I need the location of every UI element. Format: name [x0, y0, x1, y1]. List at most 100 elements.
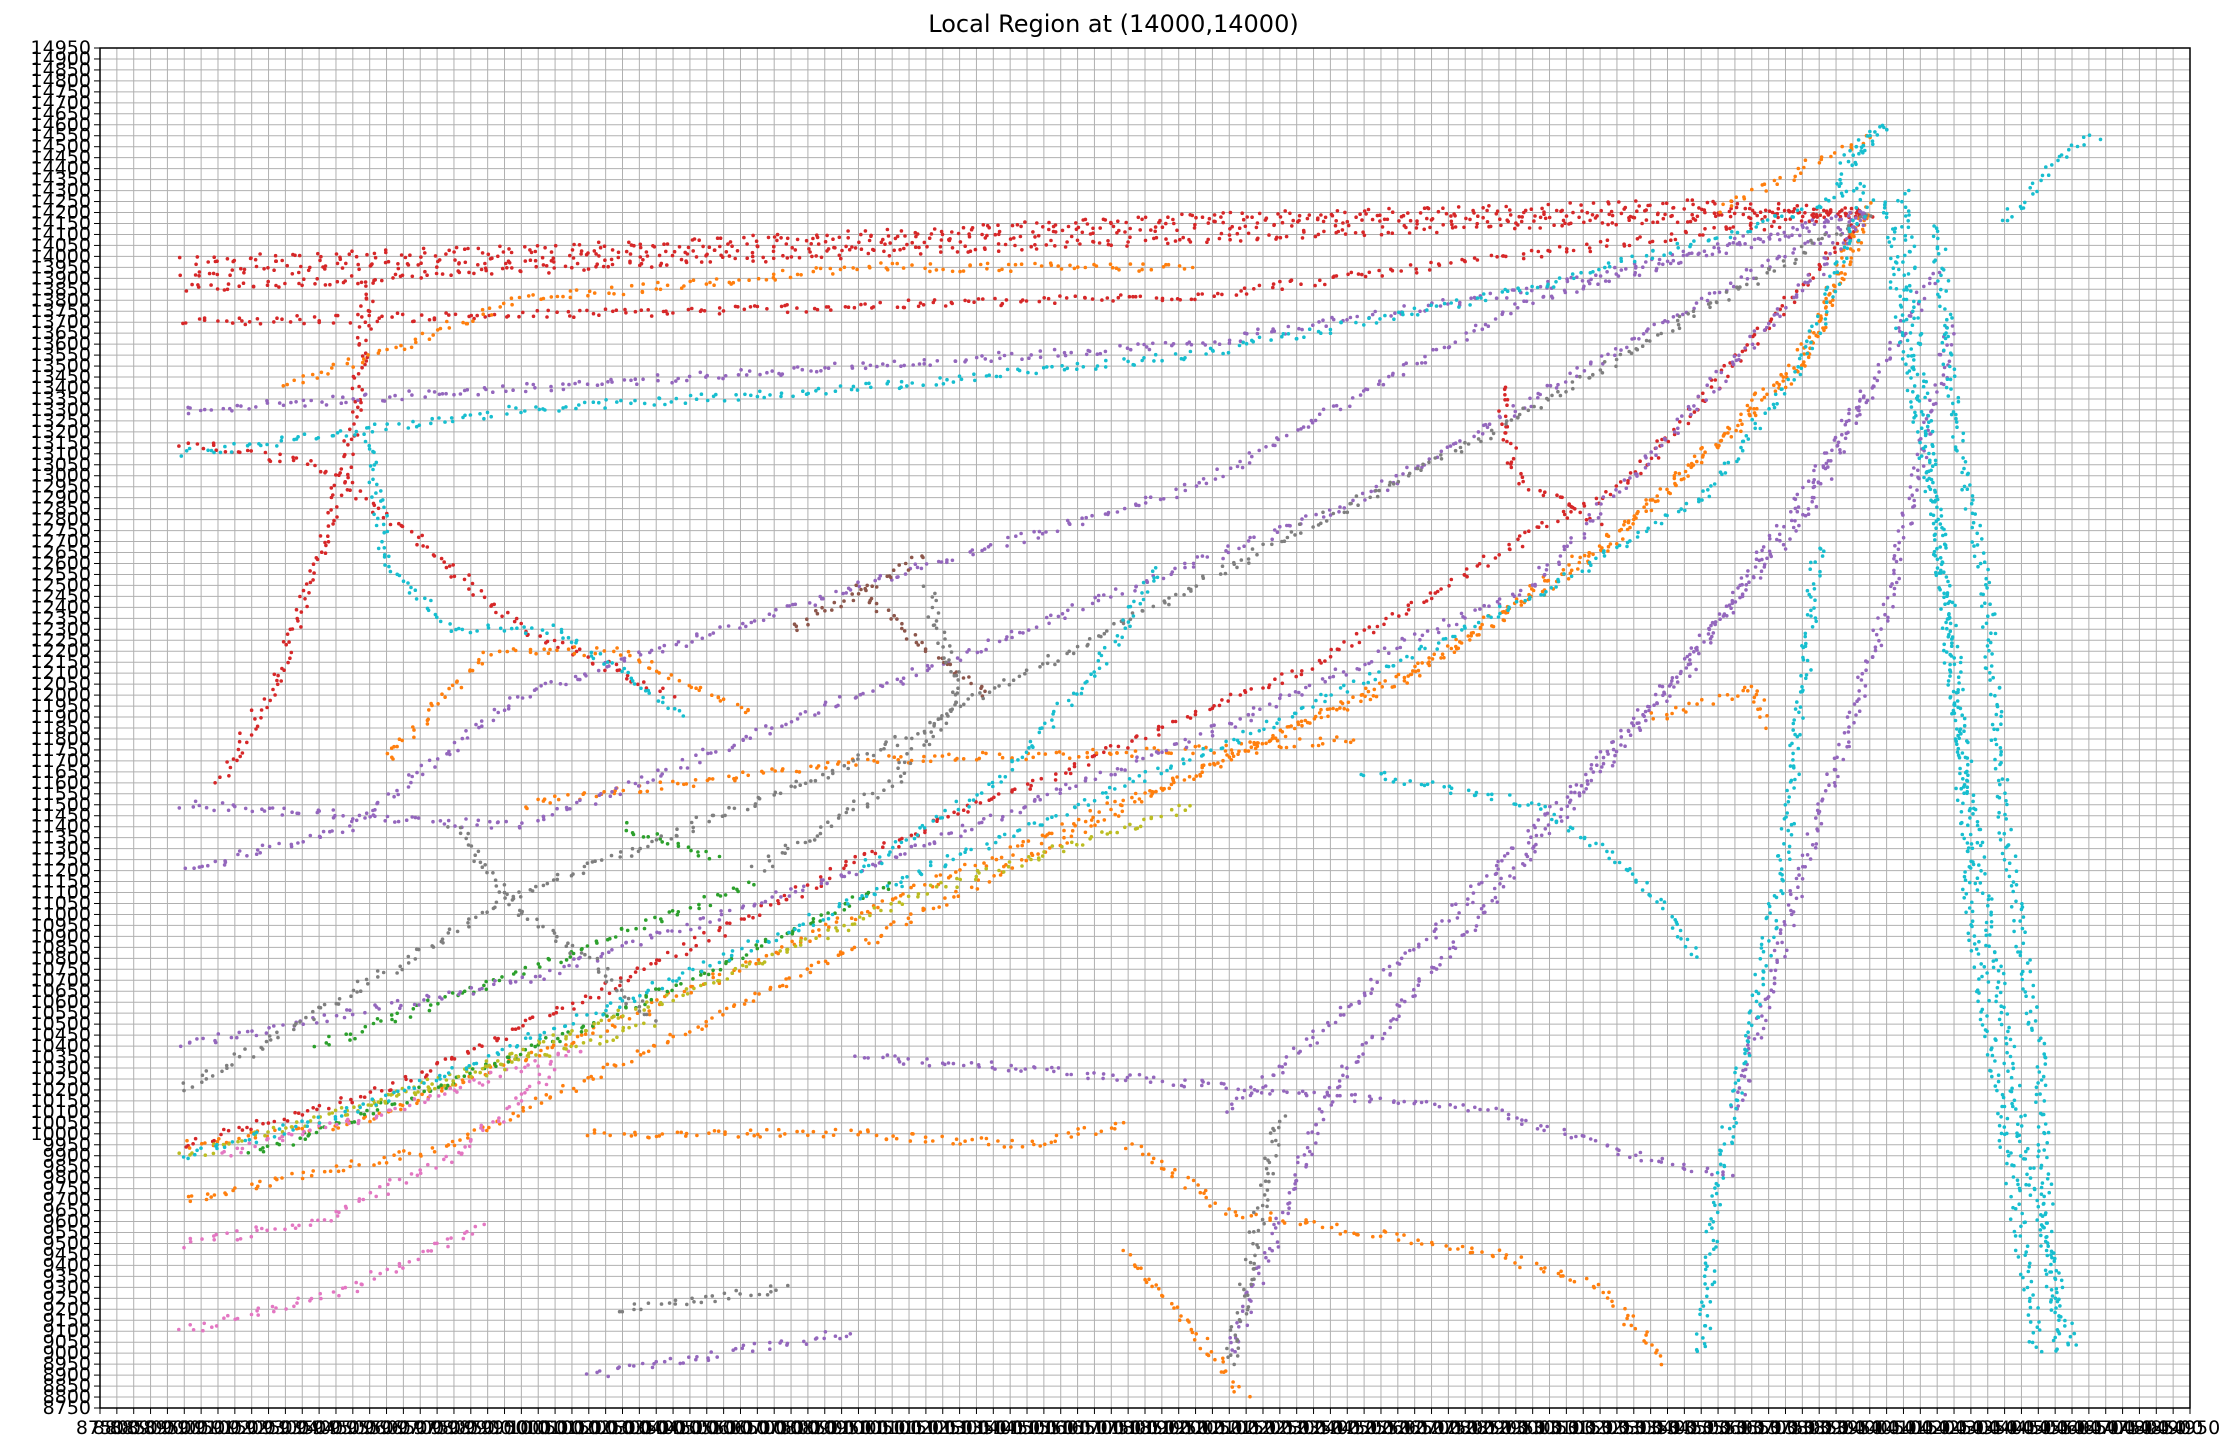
data-point	[1649, 508, 1654, 513]
data-point	[616, 250, 621, 255]
data-point	[624, 1005, 628, 1009]
data-point	[677, 245, 682, 249]
data-point	[273, 253, 278, 258]
data-point	[391, 276, 395, 280]
data-point	[1694, 301, 1699, 305]
data-point	[739, 917, 744, 921]
data-point	[849, 916, 854, 920]
data-point	[1681, 312, 1685, 317]
data-point	[1366, 207, 1371, 212]
data-point	[1026, 839, 1031, 843]
data-point	[657, 646, 662, 650]
data-point	[984, 1136, 989, 1141]
data-point	[1073, 294, 1078, 299]
data-point	[480, 307, 485, 312]
data-point	[348, 321, 353, 325]
data-point	[412, 319, 416, 324]
data-point	[1543, 578, 1547, 583]
data-point	[784, 897, 789, 902]
data-point	[436, 702, 440, 706]
data-point	[452, 1057, 457, 1061]
data-point	[1404, 612, 1409, 616]
data-point	[308, 569, 312, 573]
data-point	[787, 604, 792, 608]
data-point	[307, 591, 311, 595]
data-point	[981, 297, 985, 301]
data-point	[1414, 267, 1418, 271]
data-point	[1338, 407, 1343, 412]
data-point	[480, 251, 485, 255]
data-point	[816, 711, 821, 715]
data-point	[1508, 547, 1512, 552]
data-point	[1737, 240, 1742, 245]
data-point	[1518, 588, 1523, 593]
data-point	[1623, 205, 1628, 210]
data-point	[334, 1013, 339, 1018]
data-point	[1242, 286, 1247, 291]
data-point	[588, 995, 593, 1000]
data-point	[230, 321, 235, 325]
data-point	[1387, 651, 1391, 655]
data-point	[382, 399, 387, 403]
data-point	[575, 261, 580, 266]
data-point	[1355, 314, 1359, 319]
data-point	[1254, 225, 1259, 230]
data-point	[1356, 272, 1361, 276]
data-point	[1415, 361, 1419, 366]
data-point	[649, 314, 654, 318]
data-point	[1669, 232, 1674, 236]
data-point	[1190, 265, 1195, 270]
data-point	[240, 1128, 245, 1132]
data-point	[362, 1095, 367, 1099]
data-point	[529, 250, 534, 255]
data-point	[1728, 281, 1733, 286]
data-point	[1363, 387, 1368, 391]
data-point	[194, 262, 198, 267]
data-point	[751, 999, 756, 1003]
data-point	[1502, 618, 1507, 623]
data-point	[1139, 800, 1144, 804]
data-point	[710, 1016, 714, 1020]
data-point	[756, 276, 761, 281]
data-point	[1170, 1171, 1175, 1175]
data-point	[1475, 258, 1480, 262]
data-point	[1626, 520, 1631, 525]
data-point	[638, 245, 643, 250]
data-point	[814, 254, 818, 258]
data-point	[533, 249, 538, 254]
data-point	[625, 820, 629, 825]
data-point	[684, 644, 689, 648]
data-point	[513, 1027, 518, 1031]
data-point	[1240, 211, 1244, 215]
data-point	[233, 1186, 237, 1190]
data-point	[1428, 225, 1432, 230]
data-point	[792, 366, 796, 370]
data-point	[742, 1002, 747, 1006]
data-point	[574, 288, 579, 292]
data-point	[1635, 511, 1639, 516]
data-point	[638, 790, 642, 794]
data-point	[1144, 746, 1149, 751]
data-point	[273, 693, 277, 697]
data-point	[498, 305, 503, 309]
data-point	[281, 384, 286, 388]
data-point	[1068, 771, 1073, 776]
data-point	[1695, 407, 1699, 412]
data-point	[691, 249, 695, 253]
data-point	[1044, 530, 1048, 534]
data-point	[549, 295, 554, 299]
data-point	[405, 1101, 409, 1105]
data-point	[1215, 467, 1219, 472]
data-point	[764, 953, 769, 958]
data-point	[507, 261, 512, 265]
data-point	[1310, 743, 1315, 748]
data-point	[1379, 479, 1384, 483]
data-point	[1090, 601, 1095, 606]
data-point	[1363, 274, 1368, 279]
data-point	[1121, 798, 1125, 803]
data-point	[627, 240, 631, 245]
data-point	[892, 755, 897, 759]
data-point	[1292, 726, 1297, 731]
data-point	[452, 740, 457, 745]
data-point	[444, 565, 449, 570]
